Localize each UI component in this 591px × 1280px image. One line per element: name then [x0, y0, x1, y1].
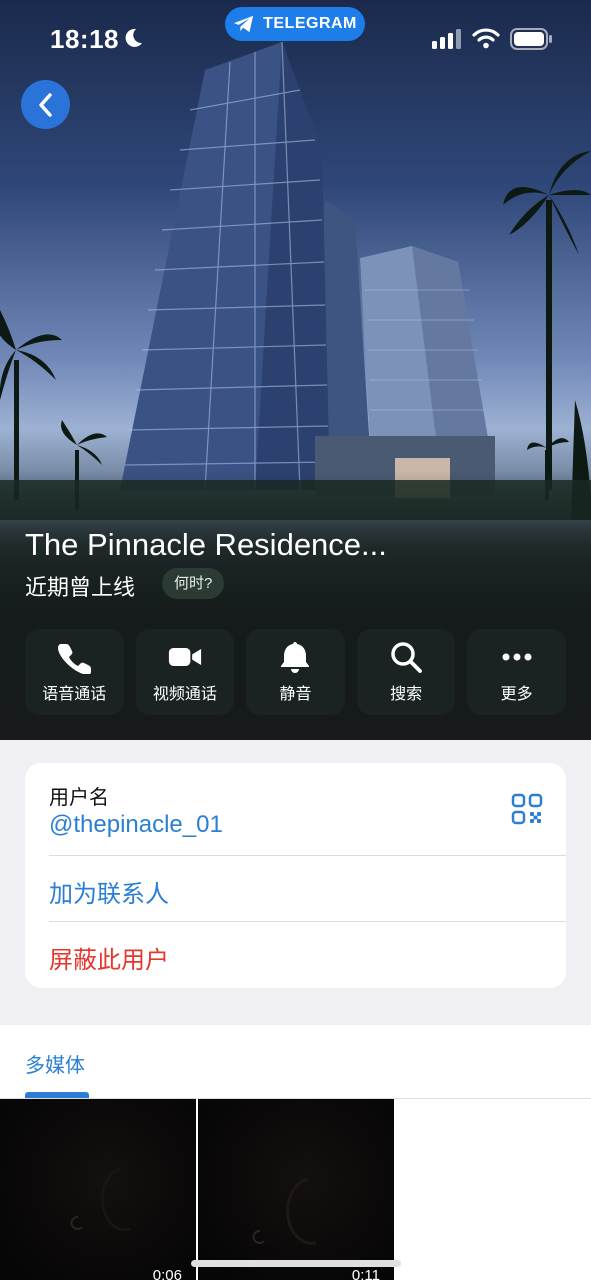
phone-icon [58, 644, 92, 674]
search-label: 搜索 [390, 686, 423, 703]
signal-icon [432, 29, 461, 49]
telegram-pill-label: TELEGRAM [263, 15, 357, 32]
mute-button[interactable]: 静音 [246, 629, 345, 715]
video-duration: 0:06 [152, 1267, 182, 1280]
qr-code-icon[interactable] [511, 793, 543, 825]
row-divider [49, 855, 566, 856]
tab-media[interactable]: 多媒体 [25, 1049, 85, 1078]
block-user-button[interactable]: 屏蔽此用户 [49, 940, 169, 975]
media-item[interactable]: 0:11 [198, 1099, 394, 1280]
shared-media-section: 多媒体 0:06 0:11 [0, 1025, 591, 1280]
add-contact-button[interactable]: 加为联系人 [49, 874, 169, 909]
back-button[interactable] [21, 80, 70, 129]
home-indicator [191, 1260, 401, 1267]
telegram-pill[interactable]: TELEGRAM [225, 7, 365, 41]
voice-call-button[interactable]: 语音通话 [25, 629, 124, 715]
profile-info-card: 用户名 @thepinacle_01 加为联系人 屏蔽此用户 [25, 763, 566, 988]
voice-call-label: 语音通话 [42, 686, 107, 703]
more-button[interactable]: 更多 [467, 629, 566, 715]
video-icon [168, 648, 201, 666]
video-call-button[interactable]: 视频通话 [135, 629, 235, 715]
chevron-left-icon [38, 92, 52, 117]
battery-icon [510, 28, 552, 50]
media-grid: 0:06 0:11 [0, 1099, 591, 1280]
bell-icon [281, 642, 310, 673]
video-thumbnail [252, 1177, 317, 1245]
moon-icon [125, 28, 142, 47]
video-duration: 0:11 [351, 1267, 380, 1280]
username-value[interactable]: @thepinacle_01 [49, 811, 223, 839]
last-seen-status: 近期曾上线 [25, 575, 136, 600]
profile-name: The Pinnacle Residence... [25, 527, 387, 562]
more-label: 更多 [500, 686, 533, 703]
search-button[interactable]: 搜索 [356, 629, 456, 715]
video-thumbnail [70, 1167, 131, 1232]
video-call-label: 视频通话 [152, 686, 217, 703]
telegram-icon [234, 15, 254, 33]
username-label: 用户名 [49, 787, 109, 809]
mute-label: 静音 [279, 686, 312, 703]
profile-header: 18:18 TELEGRAM The Pinnacle Residence...… [0, 0, 591, 740]
search-icon [391, 642, 422, 673]
when-badge[interactable]: 何时? [162, 568, 225, 599]
status-time: 18:18 [50, 24, 119, 54]
more-icon [502, 653, 532, 661]
action-bar: 语音通话 视频通话 静音 搜索 更多 [25, 629, 566, 715]
wifi-icon [472, 28, 500, 49]
row-divider [49, 921, 566, 922]
media-item[interactable]: 0:06 [0, 1099, 196, 1280]
